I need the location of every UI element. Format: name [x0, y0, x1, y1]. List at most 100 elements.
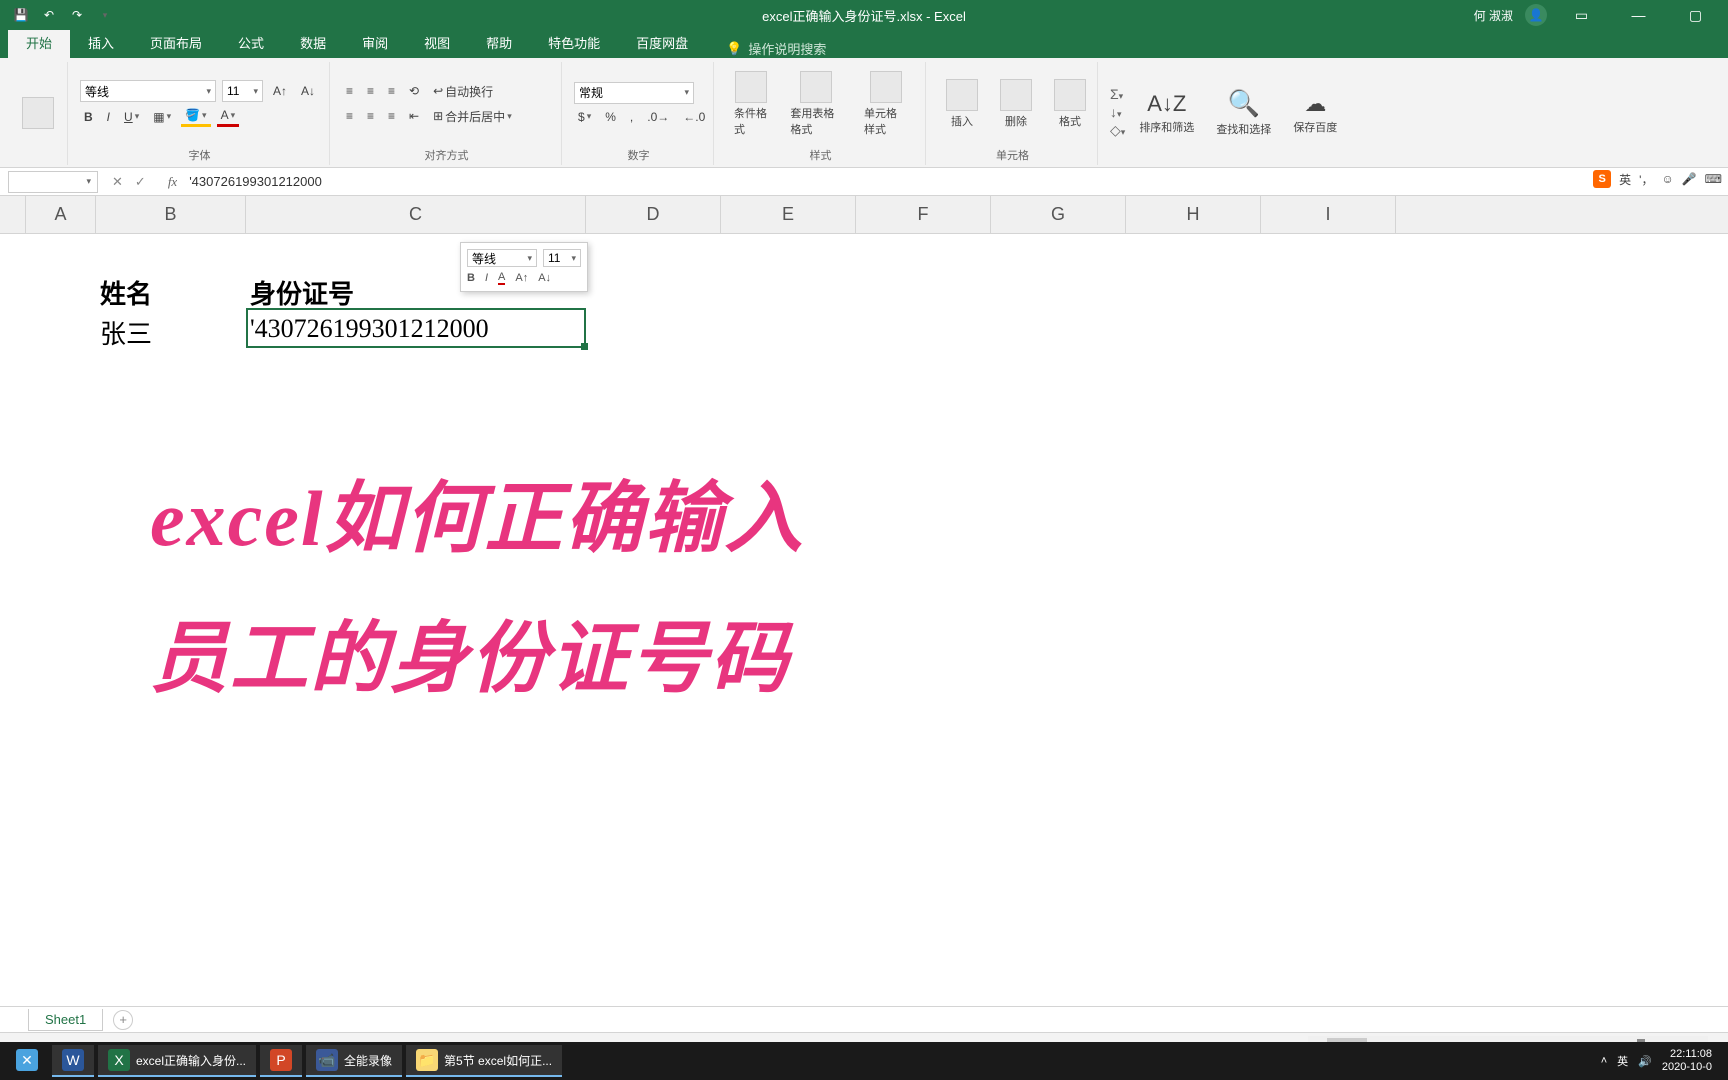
- tab-features[interactable]: 特色功能: [530, 27, 618, 58]
- align-middle-icon[interactable]: ≡: [363, 82, 378, 100]
- sogou-icon[interactable]: S: [1593, 170, 1611, 188]
- baidu-save-button[interactable]: ☁保存百度: [1285, 87, 1345, 139]
- tray-ime[interactable]: 英: [1617, 1053, 1628, 1069]
- formula-bar[interactable]: '430726199301212000: [185, 174, 1728, 189]
- mini-decrease-font-icon[interactable]: A↓: [538, 272, 551, 284]
- spreadsheet-grid[interactable]: A B C D E F G H I 姓名 身份证号 张三 '4307261993…: [0, 196, 1728, 1006]
- percent-icon[interactable]: %: [601, 108, 620, 126]
- fx-icon[interactable]: fx: [160, 174, 185, 190]
- table-format-button[interactable]: 套用表格格式: [782, 67, 850, 141]
- indent-decrease-icon[interactable]: ⇤: [405, 107, 423, 125]
- undo-icon[interactable]: ↶: [40, 6, 58, 24]
- tab-help[interactable]: 帮助: [468, 27, 530, 58]
- col-header-g[interactable]: G: [991, 196, 1126, 233]
- mini-font-color-button[interactable]: A: [498, 271, 505, 285]
- qat-more-icon[interactable]: ▾: [96, 6, 114, 24]
- col-header-d[interactable]: D: [586, 196, 721, 233]
- cancel-edit-icon[interactable]: ✕: [112, 174, 123, 190]
- col-header-c[interactable]: C: [246, 196, 586, 233]
- mini-increase-font-icon[interactable]: A↑: [515, 272, 528, 284]
- col-header-e[interactable]: E: [721, 196, 856, 233]
- tab-review[interactable]: 审阅: [344, 27, 406, 58]
- confirm-edit-icon[interactable]: ✓: [135, 174, 146, 190]
- autosum-icon[interactable]: Σ▾: [1110, 86, 1125, 102]
- task-app-1[interactable]: ✕: [6, 1045, 48, 1077]
- tab-data[interactable]: 数据: [282, 27, 344, 58]
- mini-italic-button[interactable]: I: [485, 272, 488, 284]
- border-button[interactable]: ▦▾: [149, 108, 175, 126]
- tab-view[interactable]: 视图: [406, 27, 468, 58]
- ime-mic-icon[interactable]: 🎤: [1682, 172, 1697, 186]
- col-header-f[interactable]: F: [856, 196, 991, 233]
- tab-baidu[interactable]: 百度网盘: [618, 27, 706, 58]
- add-sheet-button[interactable]: +: [113, 1010, 133, 1030]
- decrease-decimal-icon[interactable]: ←.0: [679, 108, 709, 126]
- comma-icon[interactable]: ,: [626, 108, 637, 126]
- bold-button[interactable]: B: [80, 108, 97, 126]
- insert-cells-button[interactable]: 插入: [938, 75, 986, 133]
- tab-home[interactable]: 开始: [8, 27, 70, 58]
- user-avatar-icon[interactable]: 👤: [1525, 4, 1547, 26]
- clear-icon[interactable]: ◇▾: [1110, 122, 1125, 139]
- orientation-icon[interactable]: ⟲: [405, 82, 423, 100]
- ime-punct-icon[interactable]: '，: [1639, 171, 1653, 188]
- ime-emoji-icon[interactable]: ☺: [1661, 172, 1673, 186]
- col-header-i[interactable]: I: [1261, 196, 1396, 233]
- align-right-icon[interactable]: ≡: [384, 107, 399, 125]
- format-cells-button[interactable]: 格式: [1046, 75, 1094, 133]
- merge-button[interactable]: ⊞ 合并后居中▾: [429, 106, 516, 127]
- align-left-icon[interactable]: ≡: [342, 107, 357, 125]
- font-color-button[interactable]: A▾: [217, 106, 240, 127]
- sort-filter-button[interactable]: A↓Z排序和筛选: [1131, 87, 1202, 139]
- ribbon-options-icon[interactable]: ▭: [1559, 0, 1604, 30]
- mini-bold-button[interactable]: B: [467, 272, 475, 284]
- task-folder[interactable]: 📁第5节 excel如何正...: [406, 1045, 562, 1077]
- cell-b3[interactable]: 张三: [100, 314, 152, 351]
- maximize-button[interactable]: ▢: [1673, 0, 1718, 30]
- align-center-icon[interactable]: ≡: [363, 107, 378, 125]
- select-all-corner[interactable]: [0, 196, 26, 233]
- col-header-h[interactable]: H: [1126, 196, 1261, 233]
- col-header-b[interactable]: B: [96, 196, 246, 233]
- mini-font-select[interactable]: 等线▾: [467, 249, 537, 267]
- tab-insert[interactable]: 插入: [70, 27, 132, 58]
- task-excel[interactable]: Xexcel正确输入身份...: [98, 1045, 256, 1077]
- ime-keyboard-icon[interactable]: ⌨: [1705, 172, 1722, 186]
- cell-c2[interactable]: 身份证号: [250, 274, 354, 311]
- font-size-select[interactable]: 11▾: [222, 80, 263, 102]
- font-name-select[interactable]: 等线▾: [80, 80, 216, 102]
- fill-color-button[interactable]: 🪣▾: [181, 106, 210, 127]
- sheet-tab-1[interactable]: Sheet1: [28, 1009, 103, 1031]
- cell-style-button[interactable]: 单元格样式: [856, 67, 915, 141]
- name-box[interactable]: ▾: [8, 171, 98, 193]
- increase-font-icon[interactable]: A↑: [269, 82, 291, 100]
- task-word[interactable]: W: [52, 1045, 94, 1077]
- delete-cells-button[interactable]: 删除: [992, 75, 1040, 133]
- tab-layout[interactable]: 页面布局: [132, 27, 220, 58]
- wrap-text-button[interactable]: ↩ 自动换行: [429, 81, 497, 102]
- ime-lang[interactable]: 英: [1619, 171, 1631, 188]
- decrease-font-icon[interactable]: A↓: [297, 82, 319, 100]
- align-bottom-icon[interactable]: ≡: [384, 82, 399, 100]
- redo-icon[interactable]: ↷: [68, 6, 86, 24]
- tell-me-search[interactable]: 💡 操作说明搜索: [726, 39, 826, 58]
- paste-button[interactable]: [18, 93, 57, 133]
- tray-up-icon[interactable]: ˄: [1601, 1055, 1607, 1067]
- currency-icon[interactable]: $▾: [574, 108, 595, 126]
- fill-icon[interactable]: ↓▾: [1110, 104, 1125, 120]
- task-recorder[interactable]: 📹全能录像: [306, 1045, 402, 1077]
- find-select-button[interactable]: 🔍查找和选择: [1208, 84, 1279, 141]
- tab-formulas[interactable]: 公式: [220, 27, 282, 58]
- align-top-icon[interactable]: ≡: [342, 82, 357, 100]
- italic-button[interactable]: I: [103, 108, 114, 126]
- conditional-format-button[interactable]: 条件格式: [726, 67, 776, 141]
- tray-network-icon[interactable]: 🔊: [1638, 1055, 1652, 1068]
- minimize-button[interactable]: —: [1616, 0, 1661, 30]
- col-header-a[interactable]: A: [26, 196, 96, 233]
- number-format-select[interactable]: 常规▾: [574, 82, 694, 104]
- increase-decimal-icon[interactable]: .0→: [643, 108, 673, 126]
- save-icon[interactable]: 💾: [12, 6, 30, 24]
- task-powerpoint[interactable]: P: [260, 1045, 302, 1077]
- cell-b2[interactable]: 姓名: [100, 274, 152, 311]
- mini-size-select[interactable]: 11▾: [543, 249, 581, 267]
